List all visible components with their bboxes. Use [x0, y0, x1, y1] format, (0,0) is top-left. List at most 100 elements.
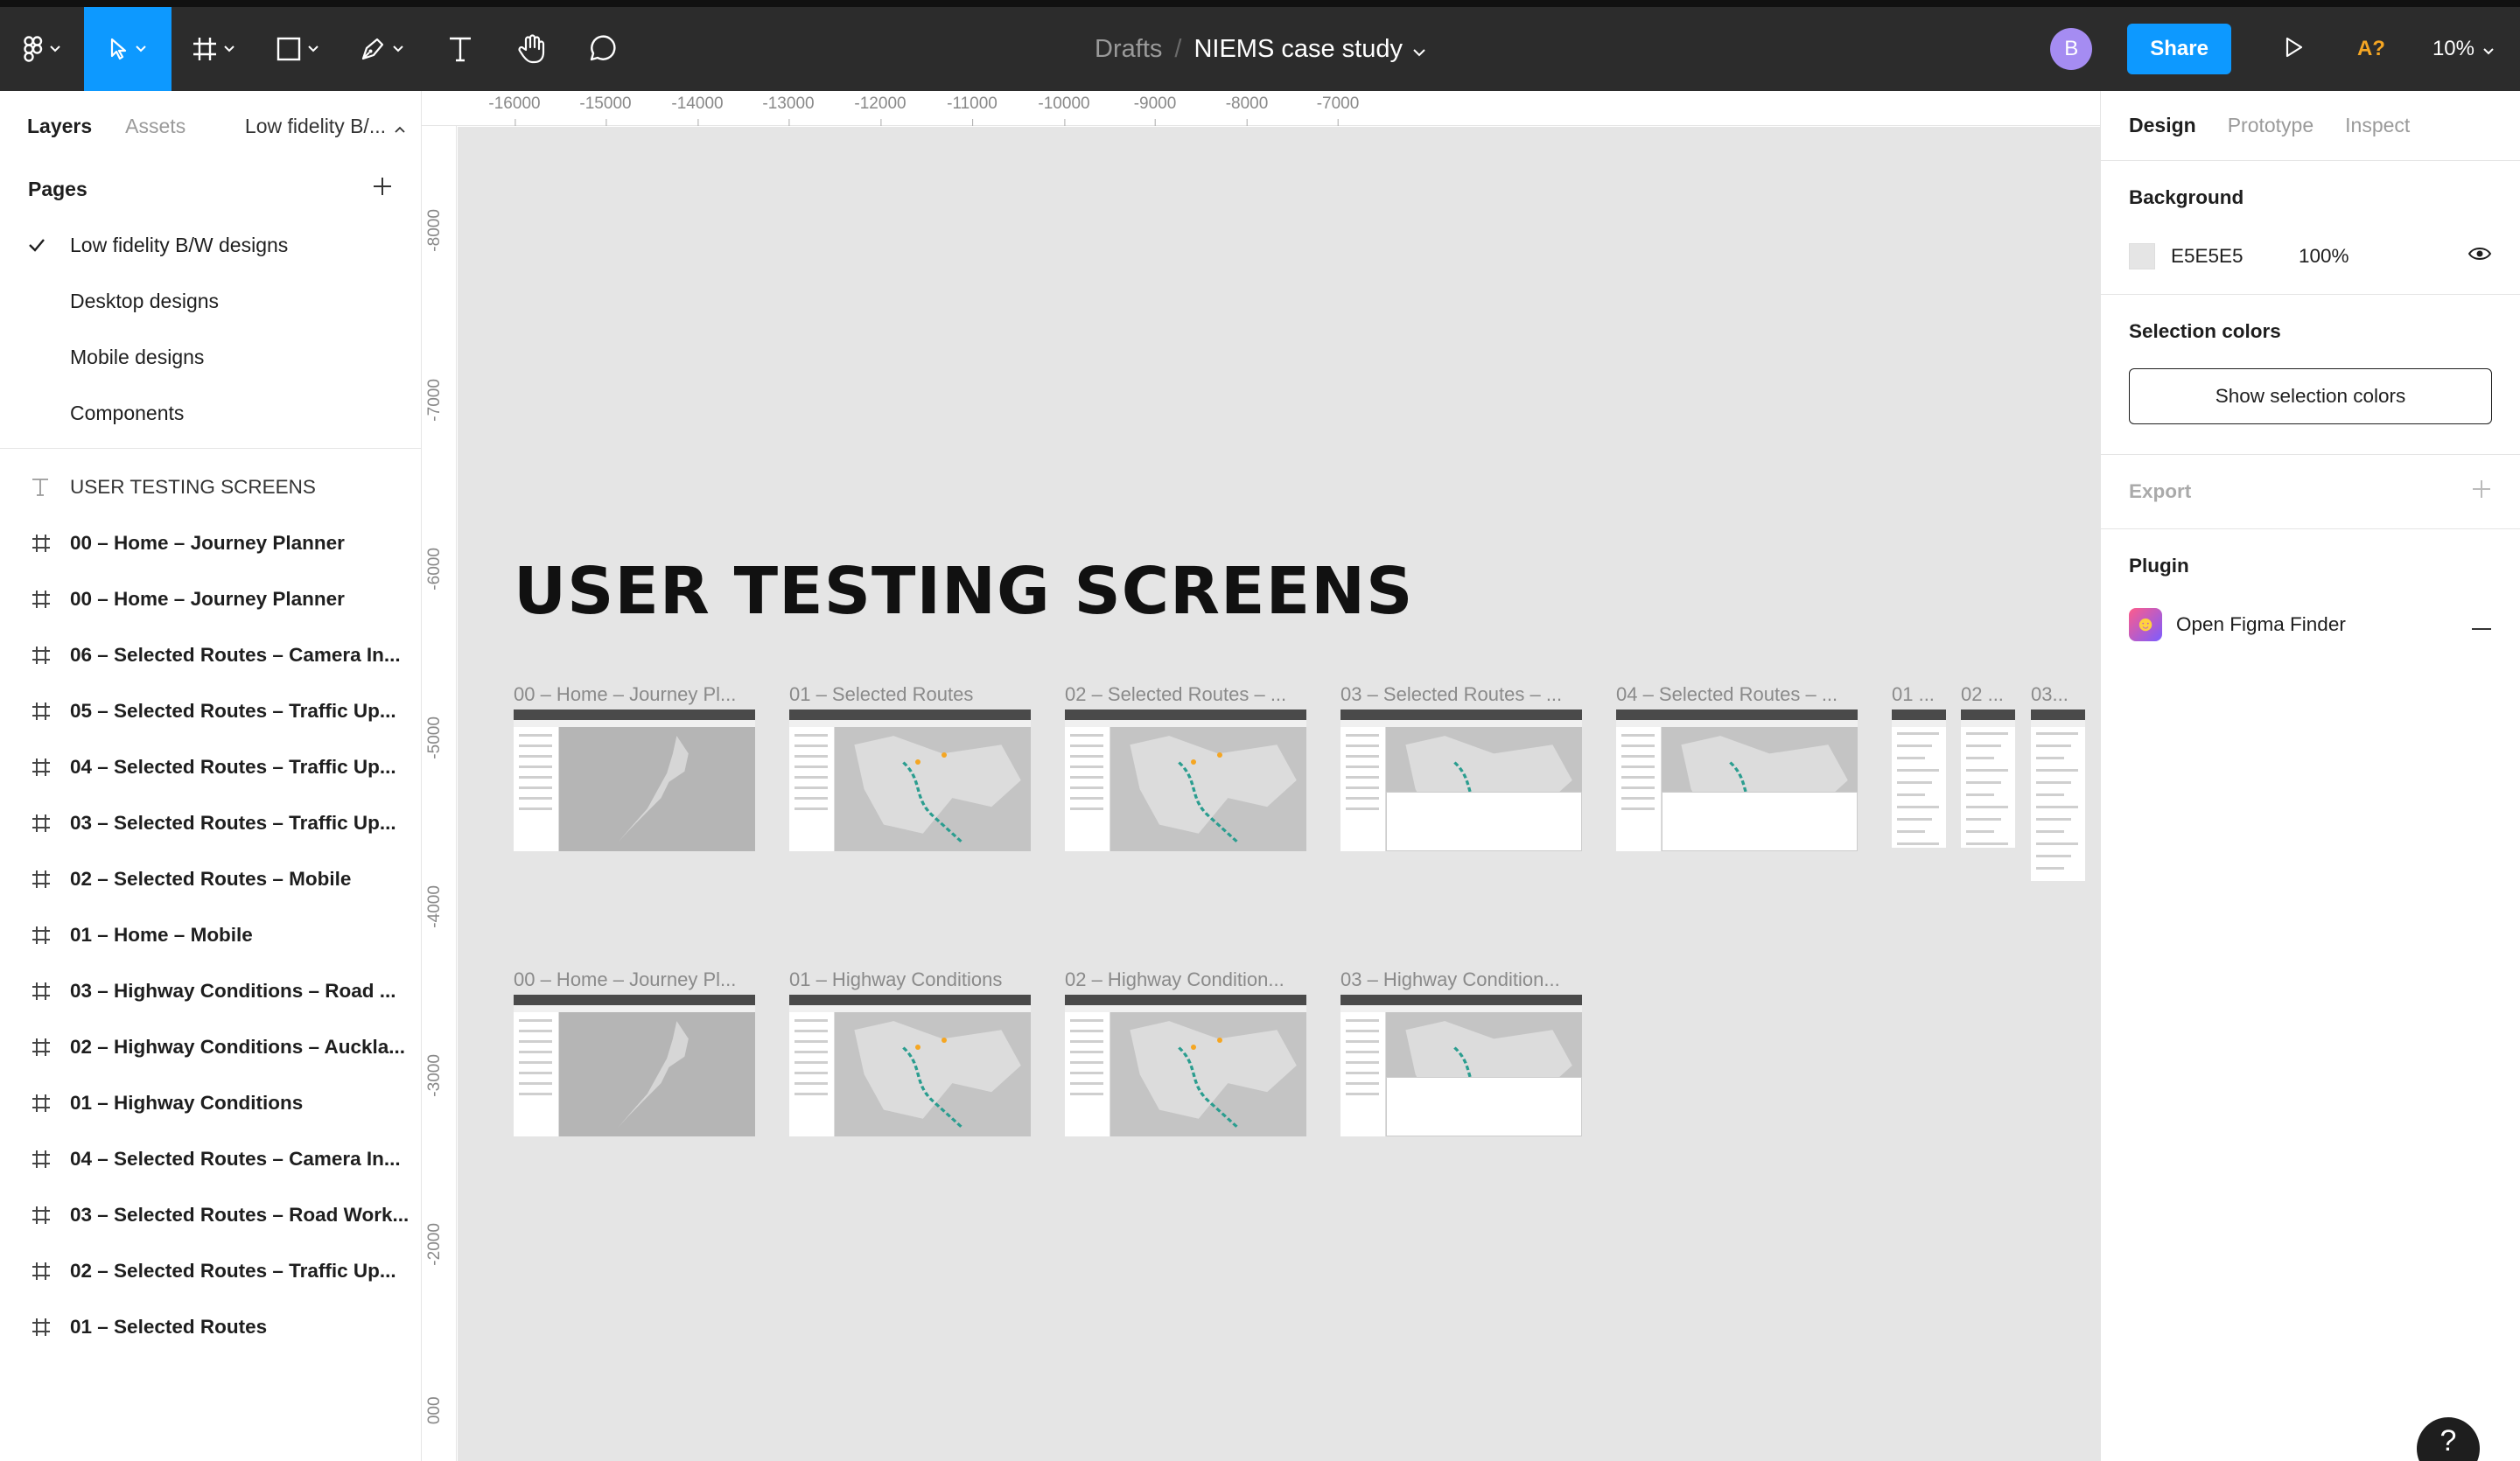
present-button[interactable]	[2268, 37, 2320, 62]
frame-label[interactable]: 02 – Selected Routes – ...	[1065, 683, 1306, 706]
tab-layers[interactable]: Layers	[27, 115, 92, 138]
layer-item[interactable]: 01 – Highway Conditions	[0, 1075, 421, 1131]
chevron-down-icon	[50, 45, 60, 52]
accessibility-check-button[interactable]: A?	[2357, 37, 2385, 61]
thumb-line	[1621, 765, 1655, 768]
shape-tool-button[interactable]	[256, 7, 340, 91]
canvas-title-text[interactable]: USER TESTING SCREENS	[514, 554, 1413, 629]
thumb-line	[1346, 797, 1379, 800]
frame-thumbnail[interactable]	[1961, 710, 2015, 848]
frame-label[interactable]: 02 – Highway Condition...	[1065, 968, 1306, 991]
tab-prototype[interactable]: Prototype	[2228, 114, 2314, 137]
breadcrumb-drafts[interactable]: Drafts	[1095, 35, 1162, 64]
frame-label[interactable]: 03 – Selected Routes – ...	[1340, 683, 1582, 706]
frame-label[interactable]: 00 – Home – Journey Pl...	[514, 683, 755, 706]
layer-item[interactable]: 03 – Selected Routes – Road Work...	[0, 1187, 421, 1243]
thumb-header	[2031, 710, 2085, 720]
page-item-label: Desktop designs	[70, 289, 220, 312]
frame-label[interactable]: 03...	[2031, 683, 2085, 706]
thumb-line	[794, 734, 828, 737]
left-panel: Layers Assets Low fidelity B/... Pages L…	[0, 91, 422, 1461]
layer-item[interactable]: 02 – Highway Conditions – Auckla...	[0, 1019, 421, 1075]
frame-label[interactable]: 04 – Selected Routes – ...	[1616, 683, 1858, 706]
frame-label[interactable]: 01 – Highway Conditions	[789, 968, 1031, 991]
thumb-line	[1346, 1030, 1379, 1032]
frame-thumbnail[interactable]	[514, 995, 755, 1136]
avatar[interactable]: B	[2050, 28, 2093, 70]
thumb-info-panel	[1386, 792, 1582, 851]
tab-design[interactable]: Design	[2129, 114, 2196, 137]
move-tool-button[interactable]	[84, 7, 172, 91]
thumb-line	[2036, 867, 2064, 870]
current-page-label: Low fidelity B/...	[244, 114, 386, 137]
thumb-line	[1070, 744, 1103, 747]
frame-label[interactable]: 01 – Selected Routes	[789, 683, 1031, 706]
layer-item[interactable]: 00 – Home – Journey Planner	[0, 515, 421, 571]
frame-thumbnail[interactable]	[1065, 995, 1306, 1136]
frame-thumbnail[interactable]	[1892, 710, 1946, 848]
layer-item[interactable]: 05 – Selected Routes – Traffic Up...	[0, 683, 421, 739]
thumb-line	[1966, 744, 2001, 747]
add-page-icon[interactable]	[372, 176, 393, 202]
layer-item[interactable]: 02 – Selected Routes – Mobile	[0, 851, 421, 907]
tab-assets[interactable]: Assets	[125, 115, 186, 138]
layer-item[interactable]: 03 – Highway Conditions – Road ...	[0, 963, 421, 1019]
page-item[interactable]: Desktop designs	[0, 273, 421, 329]
thumb-line	[519, 1051, 552, 1053]
frame-label[interactable]: 01 ...	[1892, 683, 1946, 706]
file-name[interactable]: NIEMS case study	[1194, 35, 1403, 64]
frame-thumbnail[interactable]	[1340, 995, 1582, 1136]
chevron-down-icon[interactable]	[1413, 35, 1425, 64]
layer-item[interactable]: 04 – Selected Routes – Camera In...	[0, 1131, 421, 1187]
frame-thumbnail[interactable]	[789, 710, 1031, 851]
layer-label: 03 – Selected Routes – Road Work...	[70, 1204, 410, 1226]
frame-thumbnail[interactable]	[1340, 710, 1582, 851]
frame-label[interactable]: 03 – Highway Condition...	[1340, 968, 1582, 991]
background-opacity-input[interactable]: 100%	[2299, 245, 2468, 268]
frame-thumbnail[interactable]	[2031, 710, 2085, 881]
page-item[interactable]: Components	[0, 385, 421, 441]
main-menu-button[interactable]	[0, 7, 84, 91]
tab-inspect[interactable]: Inspect	[2345, 114, 2410, 137]
frame-tool-button[interactable]	[172, 7, 256, 91]
plugin-title: Plugin	[2129, 555, 2189, 577]
layer-item[interactable]: 00 – Home – Journey Planner	[0, 571, 421, 627]
page-item[interactable]: Low fidelity B/W designs	[0, 217, 421, 273]
frame-thumbnail[interactable]	[1616, 710, 1858, 851]
thumb-line	[1966, 842, 2008, 845]
layer-item[interactable]: 06 – Selected Routes – Camera In...	[0, 627, 421, 683]
add-export-icon[interactable]	[2471, 479, 2492, 505]
plugin-name[interactable]: Open Figma Finder	[2176, 613, 2471, 636]
layer-item[interactable]: 01 – Selected Routes	[0, 1299, 421, 1355]
canvas[interactable]: USER TESTING SCREENS 00 – Home – Journey…	[458, 127, 2100, 1461]
pen-tool-button[interactable]	[340, 7, 424, 91]
chevron-up-icon	[395, 115, 405, 138]
share-button[interactable]: Share	[2127, 24, 2231, 74]
hand-tool-button[interactable]	[497, 7, 567, 91]
remove-plugin-icon[interactable]	[2471, 613, 2492, 636]
frame-label[interactable]: 02 ...	[1961, 683, 2015, 706]
thumb-nav	[789, 1005, 1031, 1012]
background-swatch[interactable]	[2129, 243, 2155, 269]
thumb-line	[2036, 744, 2071, 747]
thumb-line	[1346, 786, 1379, 789]
show-selection-colors-button[interactable]: Show selection colors	[2129, 368, 2492, 424]
frame-label[interactable]: 00 – Home – Journey Pl...	[514, 968, 755, 991]
page-item[interactable]: Mobile designs	[0, 329, 421, 385]
layer-item[interactable]: 03 – Selected Routes – Traffic Up...	[0, 795, 421, 851]
frame-thumbnail[interactable]	[789, 995, 1031, 1136]
eye-icon[interactable]	[2468, 245, 2492, 268]
page-switcher[interactable]: Low fidelity B/...	[245, 91, 405, 161]
frame-thumbnail[interactable]	[514, 710, 755, 851]
comment-tool-button[interactable]	[567, 7, 637, 91]
background-hex-input[interactable]: E5E5E5	[2171, 245, 2299, 268]
layer-item[interactable]: 01 – Home – Mobile	[0, 907, 421, 963]
thumb-line	[1070, 786, 1103, 789]
layer-item[interactable]: USER TESTING SCREENS	[0, 459, 421, 515]
text-tool-button[interactable]	[424, 7, 497, 91]
zoom-dropdown[interactable]: 10%	[2432, 37, 2494, 61]
ruler-tick-label: -4000	[425, 885, 444, 928]
frame-thumbnail[interactable]	[1065, 710, 1306, 851]
layer-item[interactable]: 02 – Selected Routes – Traffic Up...	[0, 1243, 421, 1299]
layer-item[interactable]: 04 – Selected Routes – Traffic Up...	[0, 739, 421, 795]
